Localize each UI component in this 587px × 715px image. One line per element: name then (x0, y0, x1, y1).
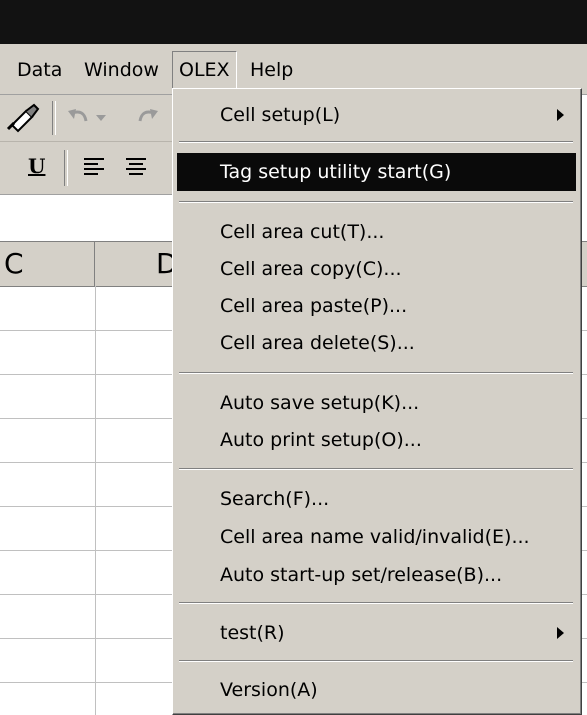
menu-item-label: Cell area paste(P)... (220, 295, 408, 317)
menu-separator (179, 602, 573, 604)
menu-item-label: Auto print setup(O)... (220, 429, 422, 451)
menu-item-auto-save-setup[interactable]: Auto save setup(K)... (177, 384, 576, 422)
menu-item-label: Cell area name valid/invalid(E)... (220, 526, 530, 548)
menu-separator (179, 141, 573, 143)
menu-item-cell-area-copy[interactable]: Cell area copy(C)... (177, 250, 576, 288)
standard-toolbar (0, 95, 175, 142)
olex-dropdown-menu: Cell setup(L) Tag setup utility start(G)… (172, 88, 582, 715)
formatting-toolbar: U (0, 142, 175, 195)
menu-item-label: Version(A) (220, 679, 318, 701)
align-center-icon[interactable] (124, 156, 148, 178)
undo-dropdown-icon[interactable] (95, 113, 107, 123)
menu-item-version[interactable]: Version(A) (177, 671, 576, 709)
align-left-icon[interactable] (82, 156, 106, 178)
menu-olex[interactable]: OLEX (172, 51, 237, 89)
grid-line (95, 286, 96, 715)
menu-item-label: Auto save setup(K)... (220, 392, 420, 414)
format-painter-icon[interactable] (6, 103, 42, 133)
menu-item-search[interactable]: Search(F)... (177, 480, 576, 518)
menu-item-label: Cell area copy(C)... (220, 258, 402, 280)
menu-item-cell-area-delete[interactable]: Cell area delete(S)... (177, 324, 576, 362)
menu-item-cell-area-paste[interactable]: Cell area paste(P)... (177, 287, 576, 325)
menu-item-auto-start-up-set-release[interactable]: Auto start-up set/release(B)... (177, 556, 576, 594)
redo-icon[interactable] (134, 107, 160, 129)
submenu-arrow-icon (557, 627, 564, 639)
menu-window[interactable]: Window (84, 58, 159, 82)
menu-item-label: Cell area delete(S)... (220, 332, 415, 354)
submenu-arrow-icon (557, 109, 564, 121)
menu-item-tag-setup-utility-start[interactable]: Tag setup utility start(G) (177, 153, 576, 191)
menu-help[interactable]: Help (250, 58, 293, 82)
menu-item-label: Tag setup utility start(G) (220, 161, 452, 183)
menu-separator (179, 468, 573, 470)
menu-item-label: Cell area cut(T)... (220, 221, 385, 243)
menu-separator (179, 372, 573, 374)
toolbar-separator (52, 101, 56, 135)
menu-item-auto-print-setup[interactable]: Auto print setup(O)... (177, 421, 576, 459)
column-header-c[interactable]: C (0, 242, 95, 286)
menu-item-cell-area-name-valid-invalid[interactable]: Cell area name valid/invalid(E)... (177, 518, 576, 556)
excel-window: Data Window OLEX Help U C D Cell setup(L… (0, 0, 587, 715)
menu-item-label: test(R) (220, 622, 285, 644)
menu-item-label: Search(F)... (220, 488, 330, 510)
menu-item-label: Cell setup(L) (220, 104, 341, 126)
menu-item-cell-setup[interactable]: Cell setup(L) (177, 96, 576, 134)
toolbar-separator (64, 150, 68, 186)
title-bar (0, 0, 587, 44)
menu-item-label: Auto start-up set/release(B)... (220, 564, 503, 586)
menu-separator (179, 660, 573, 662)
menu-data[interactable]: Data (17, 58, 62, 82)
menu-separator (179, 201, 573, 203)
menu-item-cell-area-cut[interactable]: Cell area cut(T)... (177, 213, 576, 251)
undo-icon[interactable] (66, 107, 92, 129)
menu-item-test[interactable]: test(R) (177, 614, 576, 652)
underline-button[interactable]: U (28, 154, 45, 178)
